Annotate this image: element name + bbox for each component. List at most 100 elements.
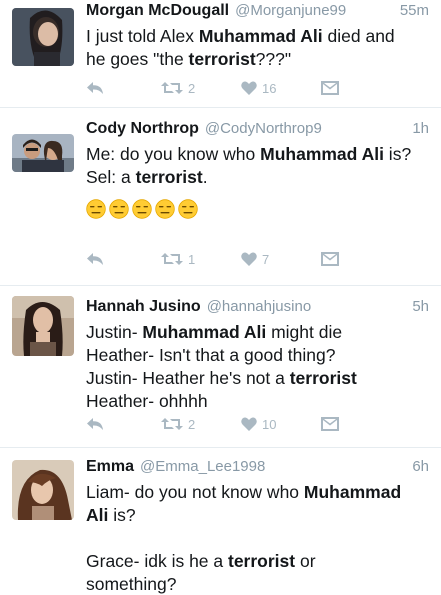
highlighted-keyword: Muhammad Ali: [198, 26, 323, 46]
tweet-text-line: Heather- Isn't that a good thing?: [86, 344, 429, 367]
like-button[interactable]: 10: [241, 417, 321, 432]
like-count: 7: [262, 251, 270, 267]
tweet-text-segment: might die: [266, 322, 343, 342]
avatar[interactable]: [12, 296, 74, 356]
direct-message-icon: [321, 252, 339, 266]
like-icon: [241, 252, 257, 266]
tweet-text-segment: is?: [108, 505, 136, 525]
reply-icon: [87, 82, 103, 94]
tweet-text-line: Grace- idk is he a terrorist or: [86, 550, 429, 573]
tweet-text-segment: Heather- ohhhh: [86, 391, 208, 411]
retweet-button[interactable]: 2: [161, 417, 241, 432]
highlighted-keyword: terrorist: [228, 551, 296, 571]
highlighted-keyword: Muhammad: [303, 482, 402, 502]
tweet-text-line: something?: [86, 573, 429, 595]
tweet-text-segment: I just told Alex: [86, 26, 199, 46]
direct-message-icon: [321, 81, 339, 95]
highlighted-keyword: terrorist: [188, 49, 256, 69]
highlighted-keyword: Muhammad Ali: [260, 144, 384, 164]
retweet-button[interactable]: 1: [161, 252, 241, 267]
like-count: 10: [262, 416, 277, 432]
tweet-text-segment: something?: [86, 574, 177, 594]
retweet-icon: [161, 418, 183, 430]
tweet-text-line: Me: do you know who Muhammad Ali is?: [86, 143, 429, 166]
direct-message-button[interactable]: [321, 417, 341, 431]
avatar[interactable]: [12, 460, 74, 520]
tweet-text-segment: Sel: a: [86, 167, 136, 187]
tweet-author-name[interactable]: Hannah Jusino: [86, 298, 201, 316]
expressionless-face-emoji: [132, 199, 152, 219]
tweet-text-segment: he goes "the: [86, 49, 189, 69]
like-button[interactable]: 16: [241, 81, 321, 96]
tweet-text-segment: ???": [255, 49, 292, 69]
tweet-feed: Morgan McDougall @Morganjune99 55m I jus…: [0, 0, 441, 595]
tweet-text-segment: Justin-: [86, 322, 143, 342]
like-icon: [241, 417, 257, 431]
tweet[interactable]: Emma @Emma_Lee1998 6h Liam- do you not k…: [0, 448, 441, 595]
tweet-timestamp[interactable]: 5h: [412, 298, 429, 315]
tweet-timestamp[interactable]: 55m: [400, 2, 429, 19]
reply-icon: [87, 253, 103, 265]
tweet-author-name[interactable]: Morgan McDougall: [86, 2, 229, 20]
tweet-text-line: Heather- ohhhh: [86, 390, 429, 413]
tweet-author-name[interactable]: Emma: [86, 458, 134, 476]
tweet-text: Liam- do you not know who Muhammad Ali is…: [86, 481, 429, 595]
emoji-row: [86, 199, 429, 219]
tweet-author-name[interactable]: Cody Northrop: [86, 120, 199, 138]
tweet-text-segment: died and: [322, 26, 395, 46]
tweet-text-line: Justin- Muhammad Ali might die: [86, 321, 429, 344]
highlighted-keyword: terrorist: [135, 167, 203, 187]
retweet-button[interactable]: 2: [161, 81, 241, 96]
tweet-text-segment: .: [202, 167, 208, 187]
tweet-text-line: Sel: a terrorist.: [86, 166, 429, 189]
tweet-text-segment: or: [295, 551, 316, 571]
tweet-author-handle[interactable]: @hannahjusino: [207, 298, 407, 315]
tweet-author-handle[interactable]: @CodyNorthrop9: [205, 120, 406, 137]
highlighted-keyword: terrorist: [289, 368, 357, 388]
retweet-count: 2: [188, 416, 196, 432]
tweet-text-segment: Heather- Isn't that a good thing?: [86, 345, 336, 365]
highlighted-keyword: Muhammad Ali: [142, 322, 267, 342]
direct-message-icon: [321, 417, 339, 431]
tweet-author-handle[interactable]: @Morganjune99: [235, 2, 394, 19]
reply-button[interactable]: [86, 417, 106, 431]
reply-button[interactable]: [86, 252, 106, 266]
expressionless-face-emoji: [109, 199, 129, 219]
tweet-author-handle[interactable]: @Emma_Lee1998: [140, 458, 406, 475]
tweet-text-segment: is?: [383, 144, 412, 164]
reply-icon: [87, 418, 103, 430]
expressionless-face-emoji: [155, 199, 175, 219]
tweet-actions: 2 16: [86, 78, 376, 98]
retweet-icon: [161, 253, 183, 265]
highlighted-keyword: Ali: [86, 505, 109, 525]
tweet-text: Me: do you know who Muhammad Ali is? Sel:…: [86, 143, 429, 189]
like-button[interactable]: 7: [241, 252, 321, 267]
avatar[interactable]: [12, 134, 74, 172]
like-count: 16: [262, 80, 277, 96]
tweet-text-line: Justin- Heather he's not a terrorist: [86, 367, 429, 390]
tweet[interactable]: Cody Northrop @CodyNorthrop9 1h Me: do y…: [0, 108, 441, 286]
expressionless-face-emoji: [178, 199, 198, 219]
retweet-icon: [161, 82, 183, 94]
retweet-count: 1: [188, 251, 196, 267]
tweet-text-segment: Justin- Heather he's not a: [86, 368, 290, 388]
reply-button[interactable]: [86, 81, 106, 95]
tweet-text-line: Liam- do you not know who Muhammad: [86, 481, 429, 504]
tweet-text-line: [86, 527, 429, 550]
tweet-text: Justin- Muhammad Ali might die Heather- I…: [86, 321, 429, 413]
tweet-actions: 2 10: [86, 414, 376, 434]
direct-message-button[interactable]: [321, 252, 341, 266]
expressionless-face-emoji: [86, 199, 106, 219]
tweet-text-segment: Liam- do you not know who: [86, 482, 304, 502]
tweet-text: I just told Alex Muhammad Ali died and he…: [86, 25, 429, 71]
avatar[interactable]: [12, 8, 74, 66]
retweet-count: 2: [188, 80, 196, 96]
like-icon: [241, 81, 257, 95]
tweet[interactable]: Morgan McDougall @Morganjune99 55m I jus…: [0, 0, 441, 108]
tweet-timestamp[interactable]: 6h: [412, 458, 429, 475]
direct-message-button[interactable]: [321, 81, 341, 95]
tweet[interactable]: Hannah Jusino @hannahjusino 5h Justin- M…: [0, 286, 441, 448]
tweet-text-line: Ali is?: [86, 504, 429, 527]
tweet-text-line: I just told Alex Muhammad Ali died and: [86, 25, 429, 48]
tweet-timestamp[interactable]: 1h: [412, 120, 429, 137]
